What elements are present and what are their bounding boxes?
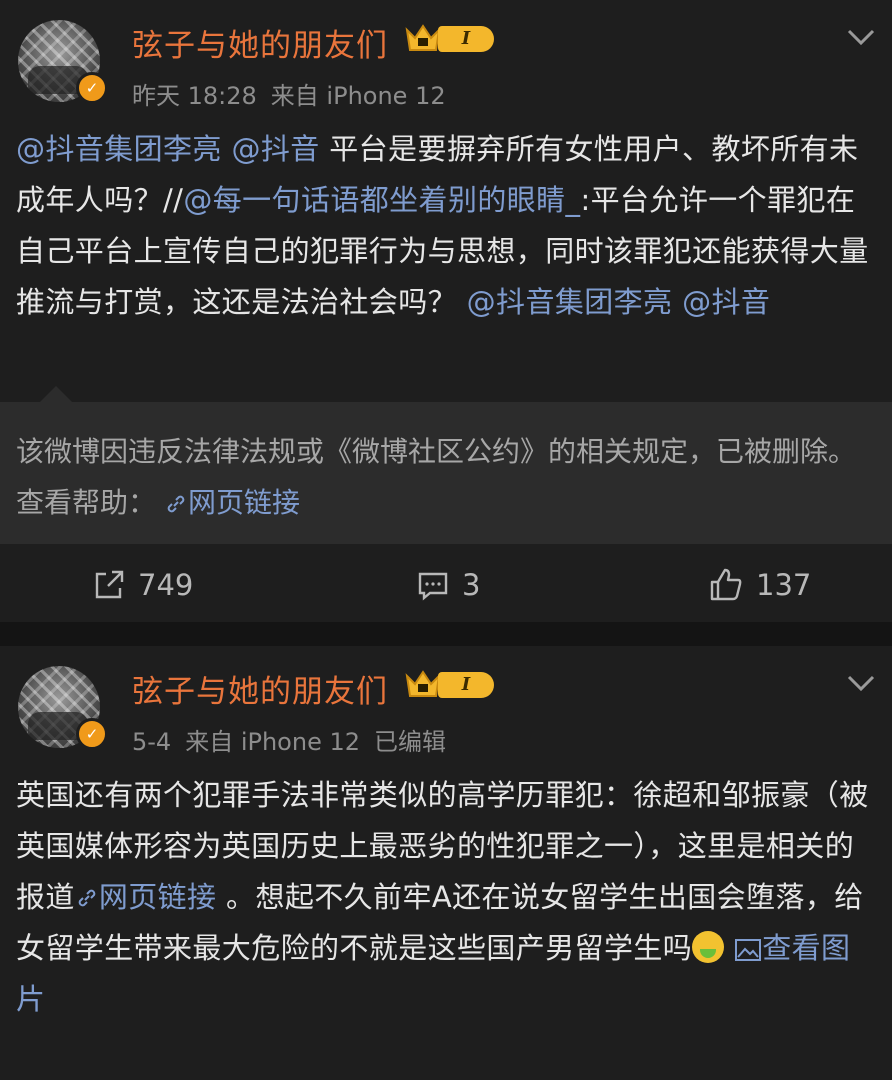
link-icon — [78, 889, 96, 907]
chevron-down-icon[interactable] — [844, 20, 878, 54]
image-icon — [735, 939, 762, 961]
post-source: 来自 iPhone 12 — [270, 82, 446, 110]
post-meta: 5-4 来自 iPhone 12 已编辑 — [132, 722, 460, 757]
web-link[interactable]: 网页链接 — [99, 880, 217, 914]
like-count: 137 — [756, 568, 812, 602]
post-meta: 昨天 18:28 来自 iPhone 12 — [132, 76, 460, 111]
repost-box[interactable]: 该微博因违反法律法规或《微博社区公约》的相关规定，已被删除。查看帮助： 网页链接 — [0, 386, 892, 544]
author-name[interactable]: 弦子与她的朋友们 — [132, 20, 388, 65]
mention-link[interactable]: @抖音 — [231, 132, 319, 166]
crown-icon — [405, 24, 441, 51]
verified-badge-icon: ✓ — [76, 718, 108, 750]
post-source: 来自 iPhone 12 — [185, 728, 361, 756]
crown-icon — [405, 670, 441, 697]
chevron-down-icon[interactable] — [844, 666, 878, 700]
post-body: @抖音集团李亮 @抖音 平台是要摒弃所有女性用户、教坏所有未成年人吗？//@每一… — [16, 124, 878, 328]
member-level-badge: I — [438, 26, 494, 52]
mention-link[interactable]: @抖音集团李亮 — [16, 132, 222, 166]
action-bar: 749 3 137 — [0, 560, 892, 610]
repost-count: 749 — [138, 568, 194, 602]
verified-badge-icon: ✓ — [76, 72, 108, 104]
comment-button[interactable]: 3 — [416, 560, 480, 610]
mention-link[interactable]: @每一句话语都坐着别的眼睛_ — [183, 183, 580, 217]
repost-button[interactable]: 749 — [92, 560, 193, 610]
web-link[interactable]: 网页链接 — [188, 486, 300, 519]
post-body: 英国还有两个犯罪手法非常类似的高学历罪犯：徐超和邹振豪（被英国媒体形容为英国历史… — [16, 770, 878, 1025]
post-time: 昨天 18:28 — [132, 82, 257, 110]
repost-icon — [95, 570, 124, 599]
post-separator — [0, 622, 892, 646]
link-icon — [167, 495, 185, 513]
mention-link[interactable]: @抖音 — [682, 285, 770, 319]
thumbs-up-icon — [710, 568, 742, 601]
mention-link[interactable]: @抖音集团李亮 — [467, 285, 673, 319]
post-time: 5-4 — [132, 728, 172, 756]
nauseated-face-emoji-icon — [692, 931, 725, 963]
weibo-post-2: ✓ 弦子与她的朋友们 I 5-4 来自 iPhone 12 已编辑 英国还有两个犯罪… — [0, 646, 892, 1080]
deleted-notice: 该微博因违反法律法规或《微博社区公约》的相关规定，已被删除。查看帮助： 网页链接 — [16, 426, 882, 528]
deleted-notice-text: 该微博因违反法律法规或《微博社区公约》的相关规定，已被删除。查看帮助： — [16, 435, 857, 519]
author-name[interactable]: 弦子与她的朋友们 — [132, 666, 388, 711]
like-button[interactable]: 137 — [708, 560, 811, 610]
edited-label: 已编辑 — [374, 728, 447, 756]
member-level-badge: I — [438, 672, 494, 698]
weibo-post-1: ✓ 弦子与她的朋友们 I 昨天 18:28 来自 iPhone 12 @抖音集团李… — [0, 0, 892, 622]
comment-icon — [418, 572, 448, 601]
comment-count: 3 — [462, 568, 481, 602]
